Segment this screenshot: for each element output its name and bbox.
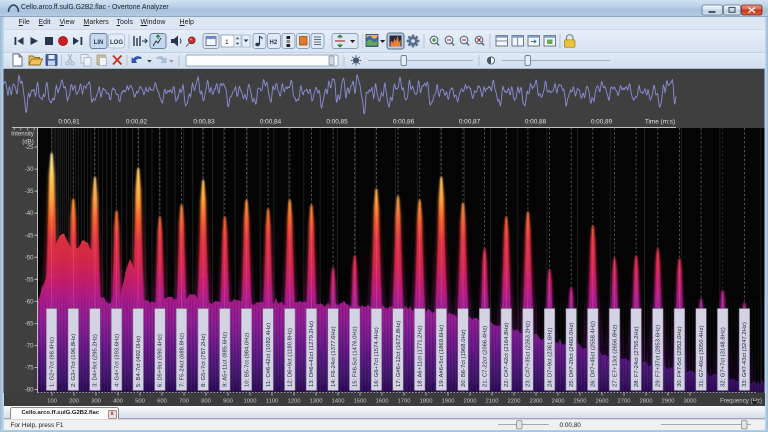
svg-text:0:00,82: 0:00,82 <box>126 119 148 126</box>
svg-text:8: G5+7ct (787.2Hz): 8: G5+7ct (787.2Hz) <box>201 334 207 387</box>
svg-text:200: 200 <box>69 398 80 404</box>
svg-text:31: G7-40ct (3050.4Hz): 31: G7-40ct (3050.4Hz) <box>699 325 705 387</box>
svg-text:H2: H2 <box>270 40 278 46</box>
svg-text:2800: 2800 <box>639 398 653 404</box>
svg-text:12: D6+9ct (1180.8Hz): 12: D6+9ct (1180.8Hz) <box>288 328 294 387</box>
svg-text:2000: 2000 <box>463 398 477 404</box>
svg-text:0:00,83: 0:00,83 <box>193 119 215 126</box>
svg-text:500: 500 <box>135 398 146 404</box>
svg-text:2: G3+7ct (196.8Hz): 2: G3+7ct (196.8Hz) <box>71 334 77 387</box>
svg-text:-30: -30 <box>25 166 34 173</box>
svg-text:0:00,89: 0:00,89 <box>591 119 613 126</box>
svg-text:1800: 1800 <box>419 398 433 404</box>
svg-text:2700: 2700 <box>617 398 631 404</box>
svg-text:1700: 1700 <box>397 398 411 404</box>
svg-text:2300: 2300 <box>529 398 543 404</box>
svg-text:-55: -55 <box>25 276 34 283</box>
svg-text:0:00,85: 0:00,85 <box>326 119 348 126</box>
svg-text:1: G2+7ct (98.4Hz): 1: G2+7ct (98.4Hz) <box>49 337 55 387</box>
svg-text:300: 300 <box>91 398 102 404</box>
svg-text:6: D5+9ct (590.4Hz): 6: D5+9ct (590.4Hz) <box>158 334 164 387</box>
svg-text:0:00,84: 0:00,84 <box>260 119 282 126</box>
svg-text:29: F7+37ct (2853.6Hz): 29: F7+37ct (2853.6Hz) <box>656 325 662 387</box>
svg-text:2600: 2600 <box>595 398 609 404</box>
svg-text:100: 100 <box>47 398 58 404</box>
svg-text:-35: -35 <box>25 188 34 195</box>
svg-text:9: A5+11ct (885.6Hz): 9: A5+11ct (885.6Hz) <box>223 332 229 387</box>
svg-text:33: G#7-43ct (3247.2Hz): 33: G#7-43ct (3247.2Hz) <box>742 322 748 387</box>
svg-text:2400: 2400 <box>551 398 565 404</box>
svg-text:-25: -25 <box>25 144 34 151</box>
svg-text:23: C#7+35ct (2263.2Hz): 23: C#7+35ct (2263.2Hz) <box>526 321 532 387</box>
svg-text:Intensity: Intensity <box>11 131 35 138</box>
svg-text:Time (m:s): Time (m:s) <box>645 119 675 126</box>
svg-text:1400: 1400 <box>331 398 345 404</box>
svg-text:1000: 1000 <box>243 398 257 404</box>
svg-text:14: F6-24ct (1377.6Hz): 14: F6-24ct (1377.6Hz) <box>331 326 337 387</box>
svg-text:2500: 2500 <box>573 398 587 404</box>
svg-text:32: G7+7ct (3148.8Hz): 32: G7+7ct (3148.8Hz) <box>721 327 727 387</box>
svg-text:3: D4+9ct (295.2Hz): 3: D4+9ct (295.2Hz) <box>93 334 99 387</box>
svg-text:28: F7-24ct (2755.2Hz): 28: F7-24ct (2755.2Hz) <box>634 326 640 387</box>
svg-text:700: 700 <box>179 398 190 404</box>
svg-text:1500: 1500 <box>353 398 367 404</box>
svg-text:-50: -50 <box>25 254 34 261</box>
svg-text:600: 600 <box>157 398 168 404</box>
svg-text:2100: 2100 <box>485 398 499 404</box>
svg-text:-70: -70 <box>25 343 34 350</box>
svg-text:1900: 1900 <box>441 398 455 404</box>
svg-text:-45: -45 <box>25 232 34 239</box>
svg-text:1100: 1100 <box>266 398 279 404</box>
svg-text:20: B6-7ct (1968.0Hz): 20: B6-7ct (1968.0Hz) <box>461 329 467 387</box>
svg-text:27: E7+13ct (2656.8Hz): 27: E7+13ct (2656.8Hz) <box>612 325 618 387</box>
svg-text:13: D#6+41ct (1279.2Hz): 13: D#6+41ct (1279.2Hz) <box>309 321 315 387</box>
svg-text:17: G#6+12ct (1672.8Hz): 17: G#6+12ct (1672.8Hz) <box>396 321 402 387</box>
svg-text:2900: 2900 <box>661 398 675 404</box>
svg-text:1200: 1200 <box>287 398 301 404</box>
svg-text:5: B4-7ct (492.0Hz): 5: B4-7ct (492.0Hz) <box>136 336 142 387</box>
svg-text:0:00,81: 0:00,81 <box>58 119 80 126</box>
svg-text:1600: 1600 <box>375 398 389 404</box>
svg-text:15: F#6-5ct (1476.0Hz): 15: F#6-5ct (1476.0Hz) <box>353 326 359 387</box>
svg-text:22: C#7-42ct (2164.8Hz): 22: C#7-42ct (2164.8Hz) <box>504 322 510 387</box>
svg-text:16: G6+7ct (1574.4Hz): 16: G6+7ct (1574.4Hz) <box>374 327 380 387</box>
svg-text:2200: 2200 <box>507 398 521 404</box>
svg-text:LIN: LIN <box>94 40 104 46</box>
svg-text:-75: -75 <box>25 365 34 372</box>
svg-text:0:00,87: 0:00,87 <box>459 119 481 126</box>
svg-text:21: C7-22ct (2066.4Hz): 21: C7-22ct (2066.4Hz) <box>482 326 488 387</box>
svg-text:25: D#7-20ct (2460.0Hz): 25: D#7-20ct (2460.0Hz) <box>569 322 575 387</box>
svg-text:10: B5-7ct (984.0Hz): 10: B5-7ct (984.0Hz) <box>244 333 250 387</box>
svg-text:3000: 3000 <box>683 398 697 404</box>
svg-text:30: F#7-5ct (2952.0Hz): 30: F#7-5ct (2952.0Hz) <box>677 326 683 387</box>
svg-text:26: D#7+45ct (2558.4Hz): 26: D#7+45ct (2558.4Hz) <box>591 321 597 387</box>
svg-text:4: G4+7ct (393.6Hz): 4: G4+7ct (393.6Hz) <box>114 334 120 387</box>
svg-text:-80: -80 <box>25 387 34 394</box>
svg-text:900: 900 <box>223 398 234 404</box>
svg-text:24: D7+9ct (2361.6Hz): 24: D7+9ct (2361.6Hz) <box>547 328 553 387</box>
svg-text:19: A#6+5ct (1869.6Hz): 19: A#6+5ct (1869.6Hz) <box>439 325 445 387</box>
svg-text:18: A6+11ct (1771.2Hz): 18: A6+11ct (1771.2Hz) <box>418 325 424 387</box>
svg-text:1: 1 <box>225 39 229 46</box>
svg-text:400: 400 <box>113 398 124 404</box>
svg-text:0:00,88: 0:00,88 <box>525 119 547 126</box>
svg-text:-60: -60 <box>25 299 34 306</box>
svg-text:LOG: LOG <box>110 40 123 46</box>
svg-text:0:00,86: 0:00,86 <box>393 119 415 126</box>
svg-text:-65: -65 <box>25 321 34 328</box>
svg-text:800: 800 <box>201 398 212 404</box>
svg-text:1300: 1300 <box>309 398 323 404</box>
svg-text:11: C#6-42ct (1082.4Hz): 11: C#6-42ct (1082.4Hz) <box>266 323 272 387</box>
svg-text:7: F5-24ct (688.8Hz): 7: F5-24ct (688.8Hz) <box>179 333 185 387</box>
svg-text:-40: -40 <box>25 210 34 217</box>
